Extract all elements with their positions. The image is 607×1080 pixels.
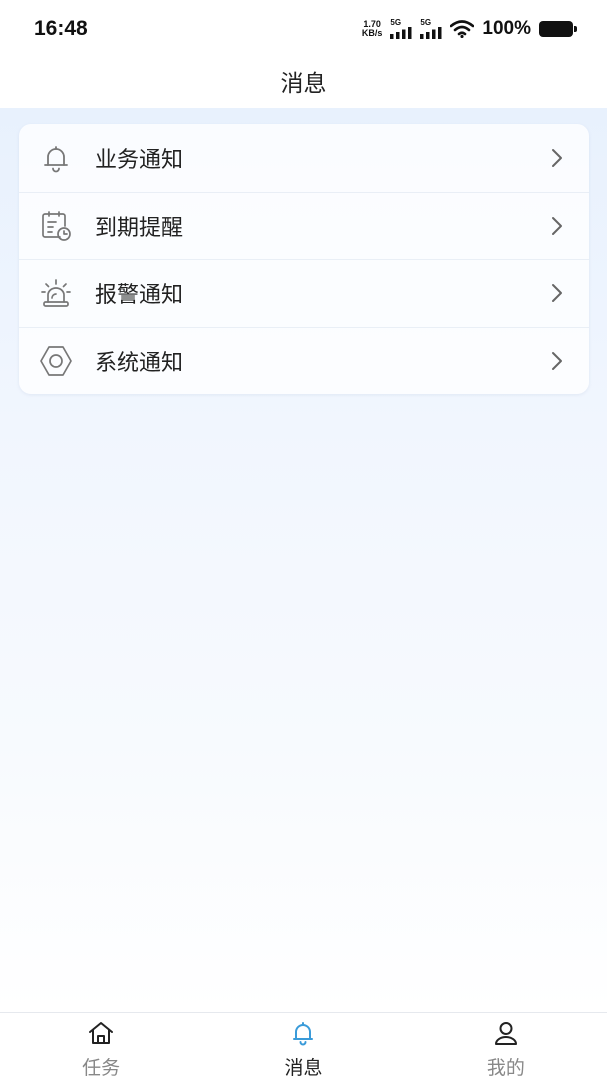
chevron-right-icon (552, 284, 562, 303)
chevron-right-icon (552, 351, 562, 370)
message-category-list: 业务通知 到期提醒 报警通知 系统通知 (19, 124, 589, 394)
alarm-light-icon (37, 274, 75, 312)
user-icon (492, 1019, 520, 1047)
bell-icon (37, 139, 75, 177)
menu-item-system-notice[interactable]: 系统通知 (19, 326, 589, 395)
tab-label: 任务 (82, 1057, 121, 1079)
battery-percentage: 100% (482, 18, 531, 39)
main-content: 业务通知 到期提醒 报警通知 系统通知 (0, 108, 607, 1012)
status-bar: 16:48 1.70 KB/s 5G 5G 100% (0, 0, 607, 56)
signal-bars-icon (390, 27, 412, 39)
tab-label: 消息 (284, 1057, 323, 1079)
menu-item-alarm-notice[interactable]: 报警通知 (19, 259, 589, 327)
tab-messages[interactable]: 消息 (202, 1013, 404, 1080)
signal-2-tag: 5G (420, 18, 432, 27)
home-icon (87, 1019, 115, 1047)
signal-2: 5G (420, 19, 442, 39)
signal-bars-icon (420, 27, 442, 39)
chevron-right-icon (552, 148, 562, 167)
bell-icon (289, 1019, 317, 1047)
menu-item-business-notice[interactable]: 业务通知 (19, 124, 589, 192)
gear-icon (37, 342, 75, 380)
header: 消息 (0, 56, 607, 108)
menu-item-label: 到期提醒 (95, 215, 184, 241)
status-time: 16:48 (34, 17, 88, 40)
network-speed-unit: KB/s (361, 28, 383, 38)
wifi-icon (450, 20, 475, 38)
tab-label: 我的 (486, 1057, 525, 1079)
page-title: 消息 (280, 71, 327, 97)
tab-mine[interactable]: 我的 (405, 1013, 607, 1080)
menu-item-label: 系统通知 (95, 350, 184, 376)
signal-1-tag: 5G (390, 18, 402, 27)
network-speed: 1.70 KB/s (362, 20, 383, 38)
bottom-tab-bar: 任务 消息 我的 (0, 1012, 607, 1080)
signal-1: 5G (390, 19, 412, 39)
status-indicators: 1.70 KB/s 5G 5G 100% (362, 16, 577, 42)
menu-item-expiry-reminder[interactable]: 到期提醒 (19, 191, 589, 260)
battery-icon (539, 21, 577, 37)
menu-item-label: 业务通知 (95, 147, 184, 173)
calendar-clock-icon (37, 207, 75, 245)
menu-item-label: 报警通知 (95, 283, 184, 309)
tab-tasks[interactable]: 任务 (0, 1013, 202, 1080)
chevron-right-icon (552, 216, 562, 235)
